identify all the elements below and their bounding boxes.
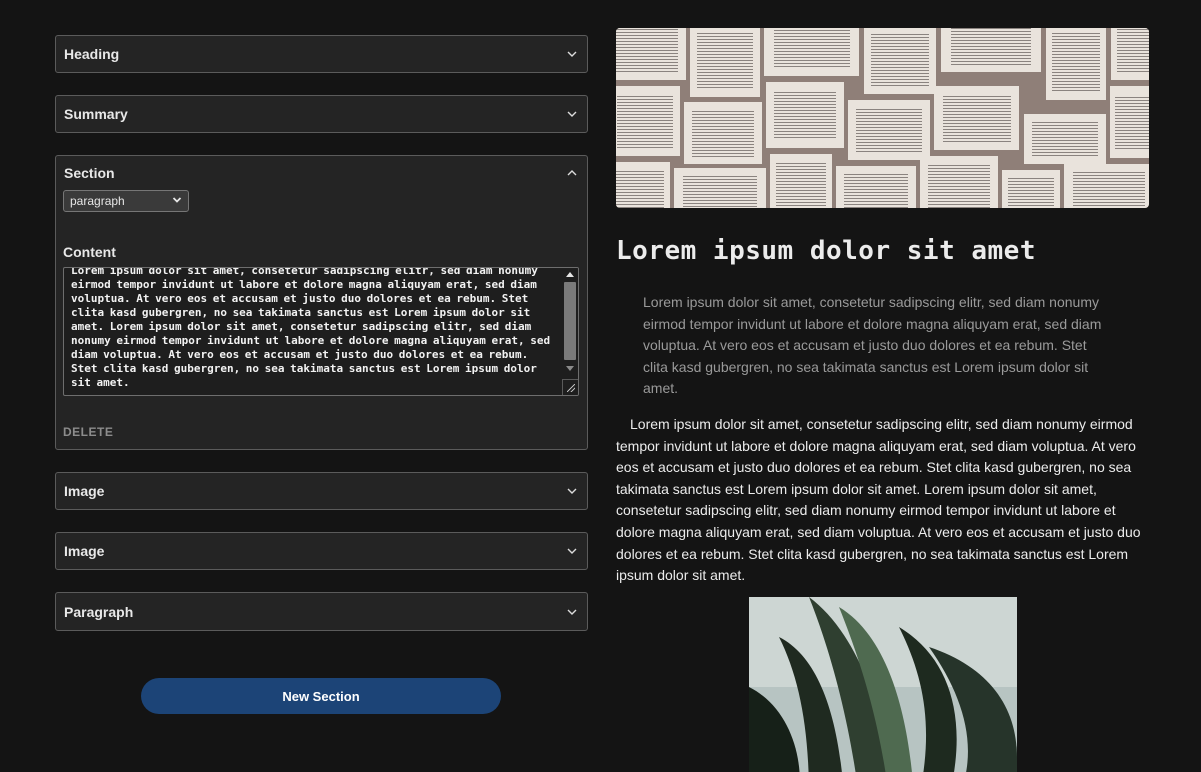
panel-title: Summary — [64, 106, 128, 122]
panel-heading-header[interactable]: Heading — [56, 36, 587, 72]
panel-image-1-header[interactable]: Image — [56, 473, 587, 509]
panel-title: Image — [64, 543, 105, 559]
scroll-thumb[interactable] — [564, 282, 576, 360]
panel-summary: Summary — [55, 95, 588, 133]
panel-image-2-header[interactable]: Image — [56, 533, 587, 569]
delete-section-button[interactable]: DELETE — [63, 425, 113, 439]
panel-paragraph: Paragraph — [55, 592, 588, 631]
hero-image-books — [616, 28, 1149, 208]
content-label: Content — [63, 244, 116, 260]
section-type-select[interactable]: paragraph — [63, 190, 189, 212]
panel-section-header[interactable]: Section — [56, 156, 587, 190]
section-type-value: paragraph — [70, 194, 125, 208]
chevron-up-icon[interactable] — [566, 167, 578, 179]
scroll-down-arrow-icon[interactable] — [566, 366, 574, 371]
panel-title: Section — [64, 165, 115, 181]
chevron-down-icon[interactable] — [566, 545, 578, 557]
textarea-scrollbar[interactable] — [562, 268, 578, 380]
chevron-down-icon[interactable] — [566, 108, 578, 120]
article-title: Lorem ipsum dolor sit amet — [616, 236, 1036, 266]
panel-title: Heading — [64, 46, 120, 62]
select-chevron-icon — [172, 194, 182, 208]
article-preview: Lorem ipsum dolor sit amet Lorem ipsum d… — [616, 28, 1149, 772]
panel-summary-header[interactable]: Summary — [56, 96, 587, 132]
panel-heading: Heading — [55, 35, 588, 73]
panel-title: Paragraph — [64, 603, 134, 620]
chevron-down-icon[interactable] — [566, 48, 578, 60]
resize-handle-icon[interactable] — [562, 379, 578, 395]
article-summary: Lorem ipsum dolor sit amet, consetetur s… — [643, 294, 1102, 397]
plant-photo — [749, 597, 1017, 772]
scroll-up-arrow-icon[interactable] — [566, 272, 574, 277]
section-editor: Heading Summary Section paragraph Conten… — [55, 35, 588, 653]
panel-title: Image — [64, 483, 105, 499]
panel-image-2: Image — [55, 532, 588, 570]
panel-image-1: Image — [55, 472, 588, 510]
content-textarea[interactable]: Lorem ipsum dolor sit amet, consetetur s… — [63, 267, 579, 396]
chevron-down-icon[interactable] — [566, 606, 578, 618]
new-section-button[interactable]: New Section — [141, 678, 501, 714]
panel-section: Section paragraph Content Lorem ipsum do… — [55, 155, 588, 450]
content-textarea-value: Lorem ipsum dolor sit amet, consetetur s… — [71, 267, 551, 389]
panel-paragraph-header[interactable]: Paragraph — [56, 593, 587, 630]
article-paragraph: Lorem ipsum dolor sit amet, consetetur s… — [616, 415, 1141, 584]
chevron-down-icon[interactable] — [566, 485, 578, 497]
